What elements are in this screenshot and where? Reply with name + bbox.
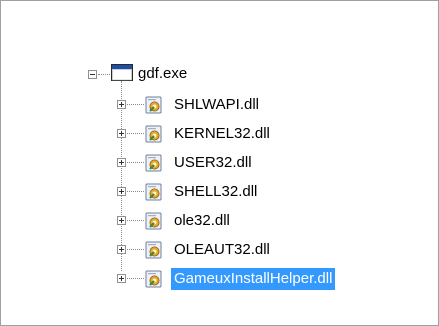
tree-connector-line xyxy=(127,191,144,192)
dll-module-icon xyxy=(145,125,162,143)
module-tree[interactable]: gdf.exe SHLWAPI.dll KERNEL32.dll USER32.dl… xyxy=(1,1,438,325)
expand-toggle-icon[interactable] xyxy=(117,245,126,254)
tree-connector-line xyxy=(127,278,144,279)
tree-item-label[interactable]: USER32.dll xyxy=(171,152,255,174)
expand-toggle-icon[interactable] xyxy=(117,129,126,138)
tree-root-label[interactable]: gdf.exe xyxy=(135,63,190,85)
expand-toggle-icon[interactable] xyxy=(117,187,126,196)
expand-toggle-icon[interactable] xyxy=(117,216,126,225)
dll-module-icon xyxy=(145,154,162,172)
dependency-tree-panel: gdf.exe SHLWAPI.dll KERNEL32.dll USER32.dl… xyxy=(0,0,439,326)
dll-module-icon xyxy=(145,212,162,230)
tree-item-label[interactable]: OLEAUT32.dll xyxy=(171,239,273,261)
tree-connector-line xyxy=(127,220,144,221)
tree-item-label[interactable]: SHLWAPI.dll xyxy=(171,94,262,116)
tree-item-label-selected[interactable]: GameuxInstallHelper.dll xyxy=(171,268,336,290)
tree-item-label[interactable]: ole32.dll xyxy=(171,210,233,232)
tree-item-label[interactable]: SHELL32.dll xyxy=(171,181,260,203)
dll-module-icon xyxy=(145,183,162,201)
tree-connector-line xyxy=(127,249,144,250)
window-exe-icon xyxy=(111,64,133,81)
expand-toggle-icon[interactable] xyxy=(117,158,126,167)
dll-module-icon xyxy=(145,96,162,114)
collapse-toggle-icon[interactable] xyxy=(88,70,97,79)
tree-connector-line xyxy=(121,81,122,271)
tree-connector-line xyxy=(127,162,144,163)
expand-toggle-icon[interactable] xyxy=(117,100,126,109)
tree-item-label[interactable]: KERNEL32.dll xyxy=(171,123,273,145)
tree-connector-line xyxy=(127,104,144,105)
dll-module-icon xyxy=(145,270,162,288)
dll-module-icon xyxy=(145,241,162,259)
tree-connector-line xyxy=(127,133,144,134)
expand-toggle-icon[interactable] xyxy=(117,274,126,283)
tree-connector-line xyxy=(98,74,110,75)
